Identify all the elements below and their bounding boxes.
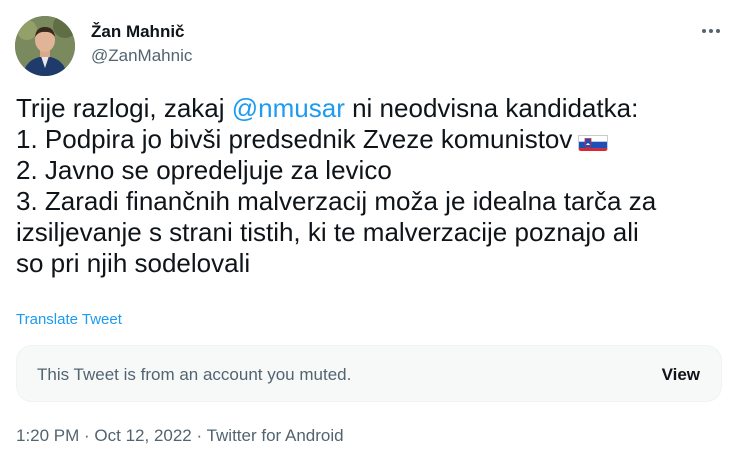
meta-separator: ·: [191, 426, 207, 445]
dot-icon: [716, 29, 720, 33]
tweet-line-2-text: 1. Podpira jo bivši predsednik Zveze kom…: [16, 124, 573, 154]
tweet-line-1-prefix: Trije razlogi, zakaj: [16, 93, 232, 123]
tweet-line-1-suffix: ni neodvisna kandidatka:: [344, 93, 639, 123]
muted-notice: This Tweet is from an account you muted.…: [16, 345, 722, 402]
tweet-line-5: izsiljevanje s strani tistih, ki te malv…: [16, 217, 639, 247]
meta-separator: ·: [79, 426, 95, 445]
author-handle[interactable]: @ZanMahnic: [91, 46, 192, 66]
tweet-text: Trije razlogi, zakaj @nmusar ni neodvisn…: [16, 93, 731, 279]
view-button[interactable]: View: [662, 365, 700, 385]
dot-icon: [709, 29, 713, 33]
flag-slovenia-icon: [578, 131, 609, 151]
tweet-line-6: so pri njih sodelovali: [16, 248, 251, 278]
avatar[interactable]: [15, 16, 75, 76]
dot-icon: [702, 29, 706, 33]
author-name[interactable]: Žan Mahnič: [91, 22, 185, 42]
tweet-source[interactable]: Twitter for Android: [207, 426, 344, 445]
tweet-date[interactable]: Oct 12, 2022: [94, 426, 191, 445]
translate-tweet-link[interactable]: Translate Tweet: [16, 311, 122, 329]
tweet-line-4: 3. Zaradi finančnih malverzacij moža je …: [16, 186, 657, 216]
tweet-card: Žan Mahnič @ZanMahnic Trije razlogi, zak…: [0, 0, 744, 456]
muted-notice-text: This Tweet is from an account you muted.: [37, 365, 352, 384]
tweet-line-2: 1. Podpira jo bivši predsednik Zveze kom…: [16, 124, 731, 155]
mention-link[interactable]: @nmusar: [232, 93, 345, 123]
tweet-line-3: 2. Javno se opredeljuje za levico: [16, 155, 392, 185]
more-options-icon[interactable]: [696, 20, 726, 42]
tweet-meta: 1:20 PM · Oct 12, 2022 · Twitter for And…: [16, 426, 344, 446]
tweet-line-1: Trije razlogi, zakaj @nmusar ni neodvisn…: [16, 93, 731, 124]
tweet-time[interactable]: 1:20 PM: [16, 426, 79, 445]
